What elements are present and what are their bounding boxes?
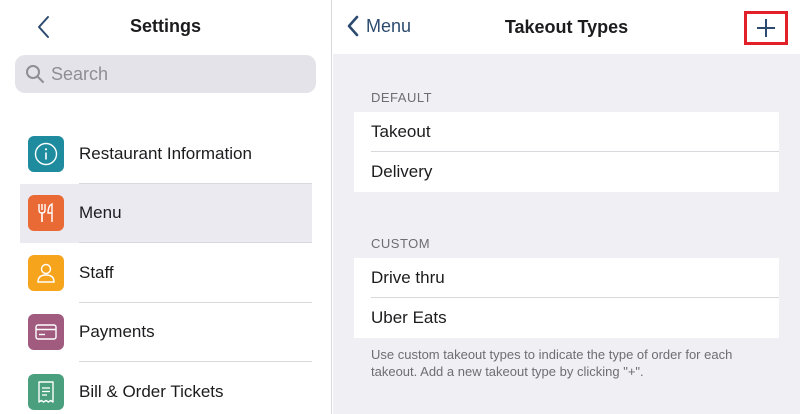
detail-navbar: Menu Takeout Types bbox=[333, 0, 800, 54]
sidebar-item-label: Payments bbox=[79, 322, 155, 342]
section-header-custom: CUSTOM bbox=[371, 236, 431, 251]
sidebar-item-menu[interactable]: Menu bbox=[20, 183, 312, 243]
list-item-label: Uber Eats bbox=[371, 308, 447, 327]
sidebar-item-bill-order-tickets[interactable]: Bill & Order Tickets bbox=[20, 362, 312, 414]
section-header-default: DEFAULT bbox=[371, 90, 433, 105]
list-item-label: Delivery bbox=[371, 162, 433, 181]
list-item-label: Takeout bbox=[371, 122, 431, 141]
default-types-group: Takeout Delivery bbox=[354, 112, 779, 192]
detail-pane: Menu Takeout Types DEFAULT Takeout Deliv… bbox=[333, 0, 800, 414]
page-title: Takeout Types bbox=[504, 17, 629, 37]
sidebar-item-staff[interactable]: Staff bbox=[20, 243, 312, 303]
search-input[interactable] bbox=[51, 63, 291, 85]
sidebar-item-label: Bill & Order Tickets bbox=[79, 381, 224, 401]
sidebar-title: Settings bbox=[129, 16, 201, 36]
card-icon bbox=[28, 314, 64, 351]
list-item[interactable]: Uber Eats bbox=[354, 298, 779, 338]
search-bar[interactable] bbox=[15, 55, 316, 93]
sidebar-item-restaurant-information[interactable]: Restaurant Information bbox=[20, 124, 312, 184]
receipt-icon bbox=[28, 373, 64, 410]
add-takeout-type-button[interactable] bbox=[744, 11, 788, 45]
sidebar-item-payments[interactable]: Payments bbox=[20, 303, 312, 362]
list-item[interactable]: Delivery bbox=[354, 152, 779, 192]
list-item[interactable]: Takeout bbox=[354, 112, 779, 152]
plus-icon bbox=[757, 19, 775, 37]
search-icon bbox=[26, 65, 44, 83]
info-icon bbox=[28, 135, 64, 172]
sidebar-item-label: Restaurant Information bbox=[79, 143, 252, 163]
sidebar-item-label: Staff bbox=[79, 262, 114, 282]
sidebar-item-label: Menu bbox=[79, 203, 122, 223]
sidebar-header: Settings bbox=[0, 0, 331, 54]
list-item-label: Drive thru bbox=[371, 268, 445, 287]
list-item[interactable]: Drive thru bbox=[354, 258, 779, 298]
fork-knife-icon bbox=[28, 195, 64, 232]
settings-list: Restaurant Information Menu Staff Paymen… bbox=[20, 124, 312, 414]
settings-sidebar: Settings Restaurant Information bbox=[0, 0, 332, 414]
person-icon bbox=[28, 254, 64, 291]
custom-types-group: Drive thru Uber Eats bbox=[354, 258, 779, 338]
footer-note: Use custom takeout types to indicate the… bbox=[371, 347, 733, 379]
